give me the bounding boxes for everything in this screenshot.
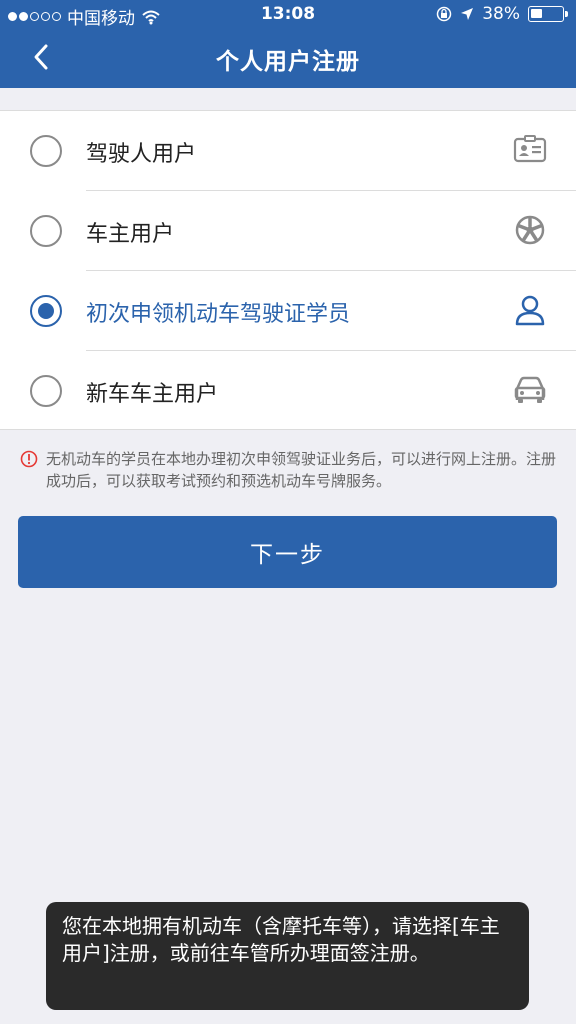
wheel-icon xyxy=(515,215,545,245)
status-bar: 中国移动 13:08 38% xyxy=(0,0,576,30)
top-bar: 中国移动 13:08 38% 个人用户注册 xyxy=(0,0,576,88)
option-label: 车主用户 xyxy=(86,222,175,247)
option-vehicle-owner[interactable]: 车主用户 xyxy=(0,191,576,271)
radio-button[interactable] xyxy=(30,295,62,327)
info-icon xyxy=(20,450,38,468)
rotation-lock-icon xyxy=(436,6,452,22)
user-type-list: 驾驶人用户 车主用户 初次申领机动车驾驶证学员 新车车主用户 xyxy=(0,110,576,430)
radio-button[interactable] xyxy=(30,135,62,167)
option-first-time-applicant[interactable]: 初次申领机动车驾驶证学员 xyxy=(0,271,576,351)
location-arrow-icon xyxy=(461,8,474,20)
person-icon xyxy=(515,295,545,326)
radio-button[interactable] xyxy=(30,215,62,247)
id-card-icon xyxy=(513,135,547,163)
option-label: 驾驶人用户 xyxy=(86,142,197,167)
battery-icon xyxy=(528,6,568,22)
battery-percent: 38% xyxy=(482,4,520,24)
option-driver-user[interactable]: 驾驶人用户 xyxy=(0,111,576,191)
notice: 无机动车的学员在本地办理初次申领驾驶证业务后，可以进行网上注册。注册成功后，可以… xyxy=(20,448,556,492)
next-step-button[interactable]: 下一步 xyxy=(18,516,557,588)
notice-text: 无机动车的学员在本地办理初次申领驾驶证业务后，可以进行网上注册。注册成功后，可以… xyxy=(46,450,557,490)
page-title: 个人用户注册 xyxy=(216,49,360,75)
toast-message: 您在本地拥有机动车（含摩托车等），请选择[车主用户]注册，或前往车管所办理面签注… xyxy=(46,902,529,1010)
radio-button[interactable] xyxy=(30,375,62,407)
option-label: 新车车主用户 xyxy=(86,382,219,407)
car-icon xyxy=(514,376,546,403)
option-label: 初次申领机动车驾驶证学员 xyxy=(86,302,351,327)
status-right: 38% xyxy=(436,4,568,24)
option-new-car-owner[interactable]: 新车车主用户 xyxy=(0,351,576,431)
